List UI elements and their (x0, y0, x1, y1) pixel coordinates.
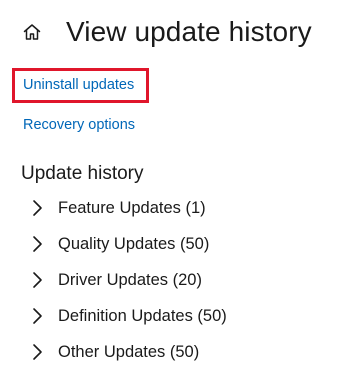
history-item-label: Feature Updates (1) (58, 198, 206, 217)
home-icon[interactable] (21, 21, 43, 43)
uninstall-updates-link[interactable]: Uninstall updates (23, 77, 134, 93)
chevron-right-icon (30, 198, 44, 218)
update-history-heading: Update history (21, 163, 144, 184)
history-item-label: Quality Updates (50) (58, 234, 210, 253)
history-item-other-updates[interactable]: Other Updates (50) (30, 334, 227, 370)
page-title: View update history (66, 16, 312, 47)
chevron-right-icon (30, 342, 44, 362)
update-history-list: Feature Updates (1) Quality Updates (50)… (30, 190, 227, 370)
header: View update history (21, 14, 312, 50)
history-item-label: Definition Updates (50) (58, 306, 227, 325)
chevron-right-icon (30, 306, 44, 326)
recovery-options-link[interactable]: Recovery options (23, 117, 135, 133)
history-item-label: Other Updates (50) (58, 342, 200, 361)
history-item-quality-updates[interactable]: Quality Updates (50) (30, 226, 227, 262)
chevron-right-icon (30, 234, 44, 254)
chevron-right-icon (30, 270, 44, 290)
history-item-feature-updates[interactable]: Feature Updates (1) (30, 190, 227, 226)
history-item-label: Driver Updates (20) (58, 270, 202, 289)
history-item-driver-updates[interactable]: Driver Updates (20) (30, 262, 227, 298)
history-item-definition-updates[interactable]: Definition Updates (50) (30, 298, 227, 334)
